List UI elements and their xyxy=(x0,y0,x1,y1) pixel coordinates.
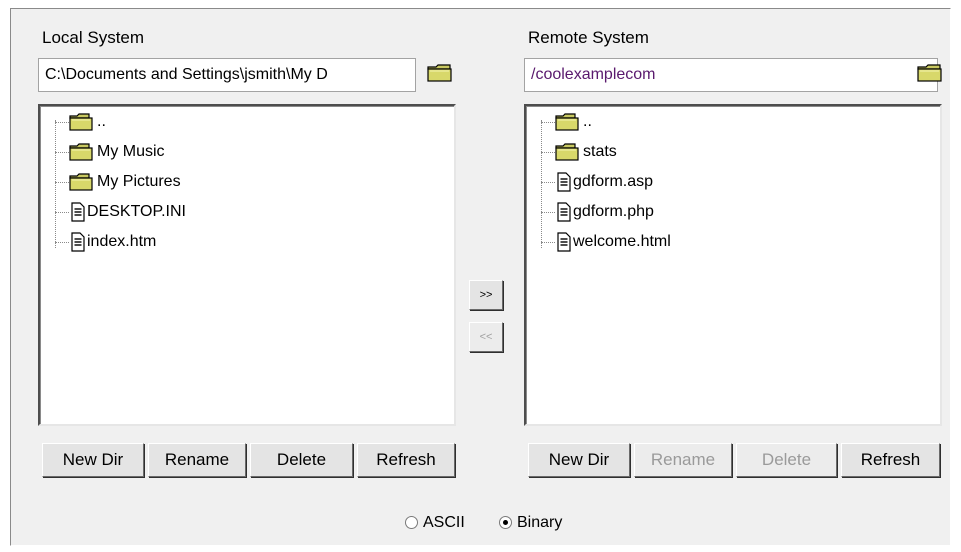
item-label: .. xyxy=(97,113,106,130)
local-rename-button[interactable]: Rename xyxy=(148,443,246,477)
folder-icon xyxy=(69,172,93,197)
folder-icon xyxy=(69,142,93,167)
file-icon xyxy=(71,202,85,227)
file-icon xyxy=(557,172,571,197)
tree-connector xyxy=(55,212,69,213)
remote-file-list[interactable]: .. stats gdform.asp gdform.php welcome.html xyxy=(524,104,942,426)
remote-rename-button[interactable]: Rename xyxy=(634,443,732,477)
transfer-mode-group: ASCII Binary xyxy=(405,512,605,534)
remote-system-title: Remote System xyxy=(528,28,649,47)
remote-path-field[interactable]: /coolexamplecom xyxy=(524,58,938,92)
item-label: gdform.php xyxy=(573,203,654,220)
upload-button[interactable]: >> xyxy=(469,280,503,310)
tree-connector xyxy=(541,152,555,153)
remote-browse-folder-icon[interactable] xyxy=(916,62,944,84)
local-delete-button[interactable]: Delete xyxy=(250,443,353,477)
item-label: stats xyxy=(583,143,617,160)
local-refresh-button[interactable]: Refresh xyxy=(357,443,455,477)
item-label: gdform.asp xyxy=(573,173,654,190)
tree-connector xyxy=(55,182,69,183)
tree-connector xyxy=(541,212,555,213)
item-label: welcome.html xyxy=(573,233,671,250)
item-label: My Music xyxy=(97,143,165,160)
binary-label[interactable]: Binary xyxy=(517,514,562,532)
item-label: DESKTOP.INI xyxy=(87,203,186,220)
remote-new-dir-button[interactable]: New Dir xyxy=(528,443,630,477)
remote-delete-button[interactable]: Delete xyxy=(736,443,837,477)
ascii-label[interactable]: ASCII xyxy=(423,514,465,532)
item-label: My Pictures xyxy=(97,173,181,190)
tree-connector xyxy=(541,242,555,243)
folder-icon xyxy=(69,112,93,137)
tree-connector xyxy=(541,182,555,183)
folder-icon xyxy=(555,142,579,167)
local-path-field[interactable]: C:\Documents and Settings\jsmith\My D xyxy=(38,58,416,92)
local-new-dir-button[interactable]: New Dir xyxy=(42,443,144,477)
local-file-list[interactable]: .. My Music My Pictures DESKTOP.INI index.ht… xyxy=(38,104,456,426)
file-icon xyxy=(71,232,85,257)
local-browse-folder-icon[interactable] xyxy=(426,62,454,84)
item-label: .. xyxy=(583,113,592,130)
tree-connector xyxy=(55,122,69,123)
ascii-radio[interactable] xyxy=(405,516,418,529)
local-system-title: Local System xyxy=(42,28,145,47)
download-button[interactable]: << xyxy=(469,322,503,352)
file-icon xyxy=(557,232,571,257)
remote-refresh-button[interactable]: Refresh xyxy=(841,443,940,477)
tree-connector xyxy=(541,122,555,123)
file-icon xyxy=(557,202,571,227)
item-label: index.htm xyxy=(87,233,157,250)
tree-connector xyxy=(55,120,56,248)
tree-connector xyxy=(541,120,542,248)
tree-connector xyxy=(55,242,69,243)
tree-connector xyxy=(55,152,69,153)
folder-icon xyxy=(555,112,579,137)
binary-radio[interactable] xyxy=(499,516,512,529)
